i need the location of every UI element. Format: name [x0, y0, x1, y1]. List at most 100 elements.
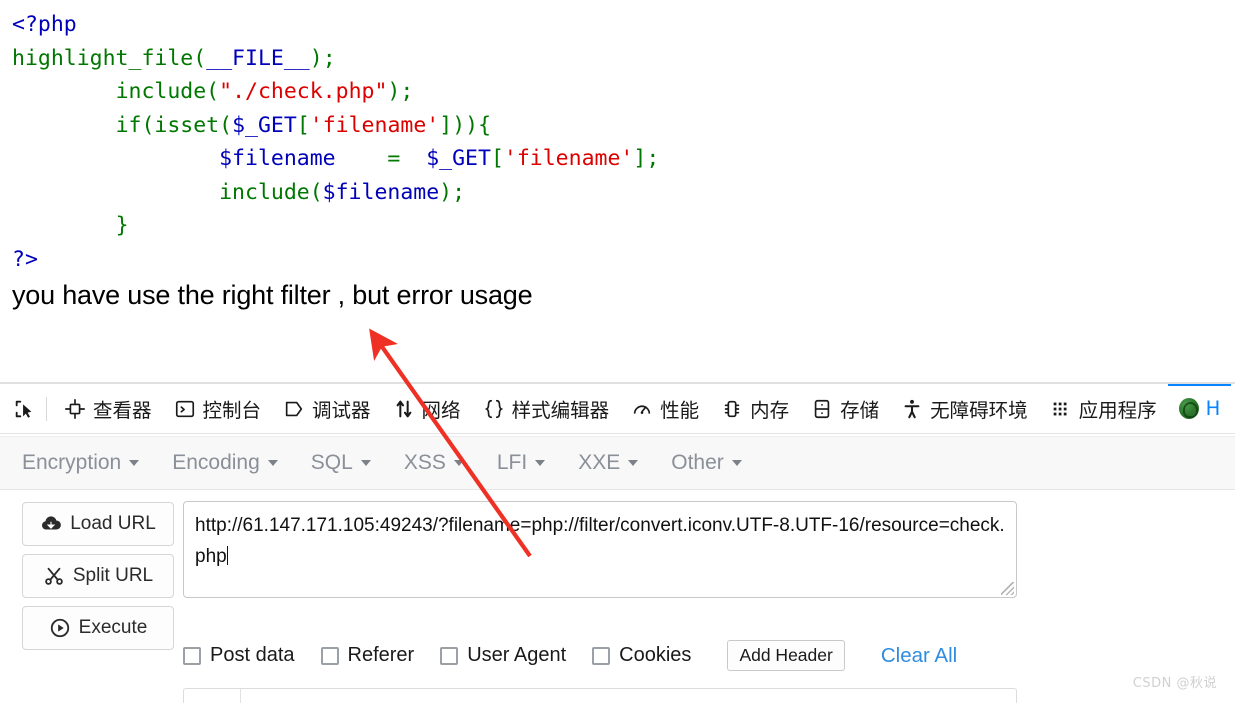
devtools-tab-2[interactable]: 控制台: [163, 384, 273, 433]
resize-grip-icon[interactable]: [1001, 582, 1014, 595]
checkbox-cookies[interactable]: Cookies: [592, 644, 691, 667]
devtools-tab-label: 无障碍环境: [930, 399, 1028, 422]
inspector-icon: [65, 398, 85, 419]
hackbar-menu-lfi[interactable]: LFI: [496, 451, 546, 475]
hackbar-menu-label: Encoding: [172, 451, 260, 474]
php-source-code: <?php highlight_file(__FILE__); include("…: [0, 0, 1235, 278]
hackbar-menu-label: Other: [671, 451, 724, 474]
devtools-tab-9[interactable]: 无障碍环境: [890, 384, 1039, 433]
checkbox-user-agent[interactable]: User Agent: [440, 644, 566, 667]
play-circle-icon: [50, 618, 69, 638]
code-line: <?php: [12, 12, 77, 37]
code-line: include($filename);: [219, 179, 466, 205]
hackbar-menu-sql[interactable]: SQL: [311, 451, 371, 475]
devtools-tab-label: 内存: [750, 399, 790, 422]
console-icon: [175, 400, 194, 417]
debugger-icon: [285, 401, 303, 416]
devtools-tab-7[interactable]: 内存: [710, 384, 800, 433]
hackbar-lower-panel-edge: [183, 688, 1017, 703]
checkbox-label: Post data: [210, 644, 295, 666]
devtools-tab-label: 样式编辑器: [511, 399, 610, 422]
add-header-button[interactable]: Add Header: [727, 640, 845, 671]
chevron-down-icon: [360, 460, 371, 466]
devtools-tab-label: 应用程序: [1078, 399, 1157, 422]
hackbar-menu-label: Encryption: [22, 451, 122, 474]
button-label: Split URL: [72, 565, 154, 586]
code-line: include("./check.php");: [115, 79, 414, 104]
chevron-down-icon: [267, 460, 278, 466]
devtools-tab-1[interactable]: 查看器: [53, 384, 163, 433]
devtools-tab-label: 性能: [660, 399, 700, 422]
hackbar-menu-label: XXE: [578, 451, 621, 474]
code-line: $filename = $_GET['filename'];: [219, 146, 660, 171]
hackbar-menu-encoding[interactable]: Encoding: [172, 451, 278, 475]
checkbox-label: Cookies: [619, 644, 692, 666]
execute-button[interactable]: Execute: [22, 606, 174, 650]
url-textarea[interactable]: http://61.147.171.105:49243/?filename=ph…: [183, 501, 1017, 598]
chevron-down-icon: [731, 460, 742, 466]
devtools-tab-label: 网络: [421, 399, 461, 422]
devtools-tab-4[interactable]: 网络: [382, 384, 472, 433]
button-label: Load URL: [70, 513, 156, 534]
devtools-tabbar: 查看器 控制台 调试器 网络 样式编辑器 性能 内存 存储 无障碍环境 应用程序 H: [0, 384, 1235, 434]
hackbar-logo-icon: [1178, 398, 1199, 419]
clear-all-link[interactable]: Clear All: [881, 644, 957, 668]
text-cursor: [226, 546, 228, 565]
devtools-tab-5[interactable]: 样式编辑器: [472, 384, 621, 433]
hackbar-action-buttons: Load URL Split URL Execute: [22, 502, 174, 650]
checkbox-label: Referer: [347, 644, 415, 666]
code-line: ?>: [12, 246, 38, 272]
cloud-download-icon: [42, 516, 62, 530]
hackbar-body: Load URL Split URL Execute http://61.147.1…: [0, 492, 1235, 703]
hackbar-menu-label: LFI: [496, 451, 528, 474]
style-editor-icon: [484, 399, 503, 418]
devtools-tab-list: 查看器 控制台 调试器 网络 样式编辑器 性能 内存 存储 无障碍环境 应用程序 H: [53, 384, 1232, 433]
devtools-tab-10[interactable]: 应用程序: [1039, 384, 1168, 433]
devtools-tab-label: 控制台: [202, 399, 262, 422]
checkbox-box[interactable]: [183, 646, 201, 665]
hackbar-menu-xxe[interactable]: XXE: [578, 451, 639, 475]
checkbox-box[interactable]: [320, 646, 339, 665]
checkbox-referer[interactable]: Referer: [320, 644, 415, 667]
checkbox-post-data[interactable]: Post data: [183, 644, 295, 667]
devtools-tab-3[interactable]: 调试器: [272, 384, 382, 433]
split-url-button[interactable]: Split URL: [22, 554, 174, 598]
hackbar-options-row: Post data Referer User Agent Cookies Add Hea…: [183, 640, 957, 671]
chevron-down-icon: [129, 460, 140, 466]
application-icon: [1053, 402, 1067, 415]
element-picker-icon[interactable]: [8, 392, 40, 426]
hackbar-menu-encryption[interactable]: Encryption: [22, 451, 140, 475]
chevron-down-icon: [628, 460, 639, 466]
chevron-down-icon: [535, 460, 546, 466]
devtools-tab-8[interactable]: 存储: [800, 384, 890, 433]
code-line: if(isset($_GET['filename'])){: [115, 112, 492, 138]
network-icon: [396, 400, 411, 417]
checkbox-box[interactable]: [440, 646, 459, 665]
devtools-tab-label: H: [1205, 397, 1221, 420]
hackbar-menu-label: XSS: [403, 451, 446, 474]
devtools-tab-label: 调试器: [312, 399, 371, 422]
devtools-tab-11[interactable]: H: [1167, 384, 1232, 433]
devtools-tab-label: 查看器: [93, 399, 152, 422]
checkbox-box[interactable]: [592, 646, 611, 665]
memory-icon: [724, 400, 740, 417]
hackbar-menu-label: SQL: [310, 451, 353, 474]
devtools-tab-label: 存储: [840, 399, 880, 422]
url-text: http://61.147.171.105:49243/?filename=ph…: [195, 515, 1005, 567]
code-line: highlight_file(__FILE__);: [12, 45, 336, 71]
storage-icon: [814, 399, 830, 418]
hackbar-menu-other[interactable]: Other: [671, 451, 742, 475]
page-output-message: you have use the right filter , but erro…: [12, 280, 533, 310]
hackbar-menu-xss[interactable]: XSS: [404, 451, 464, 475]
chevron-down-icon: [453, 460, 464, 466]
scissors-icon: [45, 567, 63, 585]
hackbar-menubar: Encryption Encoding SQL XSS LFI XXE Other: [0, 436, 1235, 490]
load-url-button[interactable]: Load URL: [22, 502, 174, 546]
page-root: <?php highlight_file(__FILE__); include("…: [0, 0, 1235, 703]
lower-panel-divider: [240, 689, 241, 703]
button-label: Execute: [78, 617, 148, 638]
devtools-tab-6[interactable]: 性能: [620, 384, 710, 433]
toolbar-separator: [46, 396, 47, 421]
watermark: CSDN @秋说: [1132, 676, 1217, 691]
performance-icon: [633, 404, 651, 414]
